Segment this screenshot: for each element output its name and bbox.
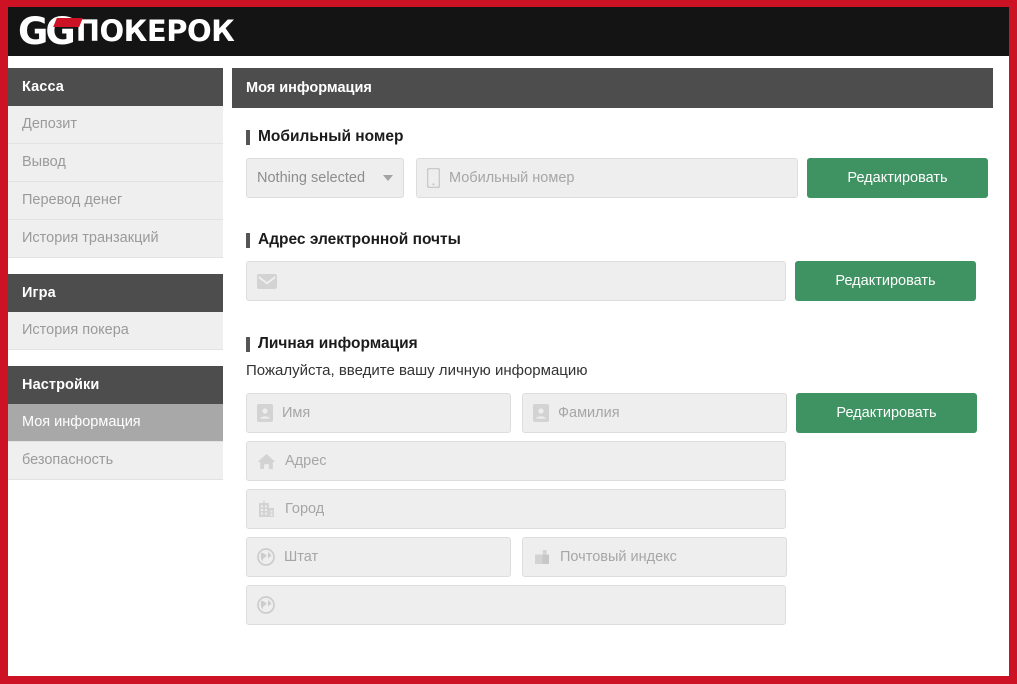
sidebar-item-withdraw[interactable]: Вывод [8, 144, 223, 182]
state-zip-row: Штат Почтовый индекс [246, 537, 1009, 577]
section-marker-icon [246, 233, 250, 248]
home-icon [257, 453, 276, 470]
sidebar-item-transfer[interactable]: Перевод денег [8, 182, 223, 220]
main-panel: Моя информация Мобильный номер Nothing s… [232, 68, 1009, 625]
section-heading-mobile: Мобильный номер [246, 128, 1009, 146]
sidebar-group-cashier: Касса Депозит Вывод Перевод денег Истори… [8, 68, 223, 258]
email-input[interactable] [246, 261, 786, 301]
sidebar-item-my-information[interactable]: Моя информация [8, 404, 223, 442]
chevron-down-icon [383, 175, 393, 181]
sidebar-item-security[interactable]: безопасность [8, 442, 223, 480]
section-heading-email-text: Адрес электронной почты [258, 231, 461, 249]
section-personal-information: Личная информация Пожалуйста, введите ва… [246, 335, 1009, 625]
city-placeholder: Город [285, 501, 324, 517]
edit-email-button[interactable]: Редактировать [795, 261, 976, 301]
edit-personal-button[interactable]: Редактировать [796, 393, 977, 433]
country-input[interactable] [246, 585, 786, 625]
city-row: Город [246, 489, 1009, 529]
name-row: Имя Фамилия Редактировать [246, 393, 1009, 433]
brand-logo[interactable]: GG ПОКЕРОК [18, 12, 234, 52]
id-badge-icon [257, 404, 273, 422]
logo-wordmark: ПОКЕРОК [76, 17, 235, 46]
zip-placeholder: Почтовый индекс [560, 549, 677, 565]
section-heading-personal: Личная информация [246, 335, 1009, 353]
section-marker-icon [246, 337, 250, 352]
mobile-phone-icon [427, 168, 440, 188]
sidebar: Касса Депозит Вывод Перевод денег Истори… [8, 68, 223, 496]
sidebar-item-poker-history[interactable]: История покера [8, 312, 223, 350]
last-name-placeholder: Фамилия [558, 405, 620, 421]
email-row: Редактировать [246, 261, 1009, 301]
sidebar-group-title-settings: Настройки [8, 366, 223, 404]
city-input[interactable]: Город [246, 489, 786, 529]
address-input[interactable]: Адрес [246, 441, 786, 481]
edit-mobile-button[interactable]: Редактировать [807, 158, 988, 198]
section-heading-mobile-text: Мобильный номер [258, 128, 403, 146]
address-placeholder: Адрес [285, 453, 327, 469]
country-row [246, 585, 1009, 625]
sidebar-group-title-cashier: Касса [8, 68, 223, 106]
section-mobile-number: Мобильный номер Nothing selected [246, 128, 1009, 198]
globe-icon [257, 548, 275, 566]
panel-content: Мобильный номер Nothing selected [232, 128, 1009, 625]
first-name-placeholder: Имя [282, 405, 310, 421]
section-heading-email: Адрес электронной почты [246, 231, 1009, 249]
section-heading-personal-text: Личная информация [258, 335, 418, 353]
state-placeholder: Штат [284, 549, 318, 565]
personal-subtitle: Пожалуйста, введите вашу личную информац… [246, 362, 1009, 379]
first-name-input[interactable]: Имя [246, 393, 511, 433]
top-bar: GG ПОКЕРОК [8, 7, 1009, 56]
country-code-select-value: Nothing selected [257, 170, 365, 186]
sidebar-item-deposit[interactable]: Депозит [8, 106, 223, 144]
mobile-number-placeholder: Мобильный номер [449, 170, 574, 186]
globe-icon [257, 596, 275, 614]
section-email: Адрес электронной почты Редактировать [246, 231, 1009, 301]
panel-title: Моя информация [232, 68, 993, 108]
mobile-row: Nothing selected Мобильный номер Редакти [246, 158, 1009, 198]
zip-input[interactable]: Почтовый индекс [522, 537, 787, 577]
state-input[interactable]: Штат [246, 537, 511, 577]
id-badge-icon [533, 404, 549, 422]
logo-red-slash-icon [53, 18, 83, 27]
section-marker-icon [246, 130, 250, 145]
mobile-number-input[interactable]: Мобильный номер [416, 158, 798, 198]
building-icon [257, 500, 276, 518]
sidebar-group-settings: Настройки Моя информация безопасность [8, 366, 223, 480]
sidebar-item-transaction-history[interactable]: История транзакций [8, 220, 223, 258]
mailbox-icon [533, 548, 551, 566]
last-name-input[interactable]: Фамилия [522, 393, 787, 433]
country-code-select[interactable]: Nothing selected [246, 158, 404, 198]
envelope-icon [257, 274, 277, 289]
sidebar-group-title-game: Игра [8, 274, 223, 312]
sidebar-group-game: Игра История покера [8, 274, 223, 350]
address-row: Адрес [246, 441, 1009, 481]
app-window: GG ПОКЕРОК Касса Депозит Вывод Перевод д… [0, 0, 1017, 684]
